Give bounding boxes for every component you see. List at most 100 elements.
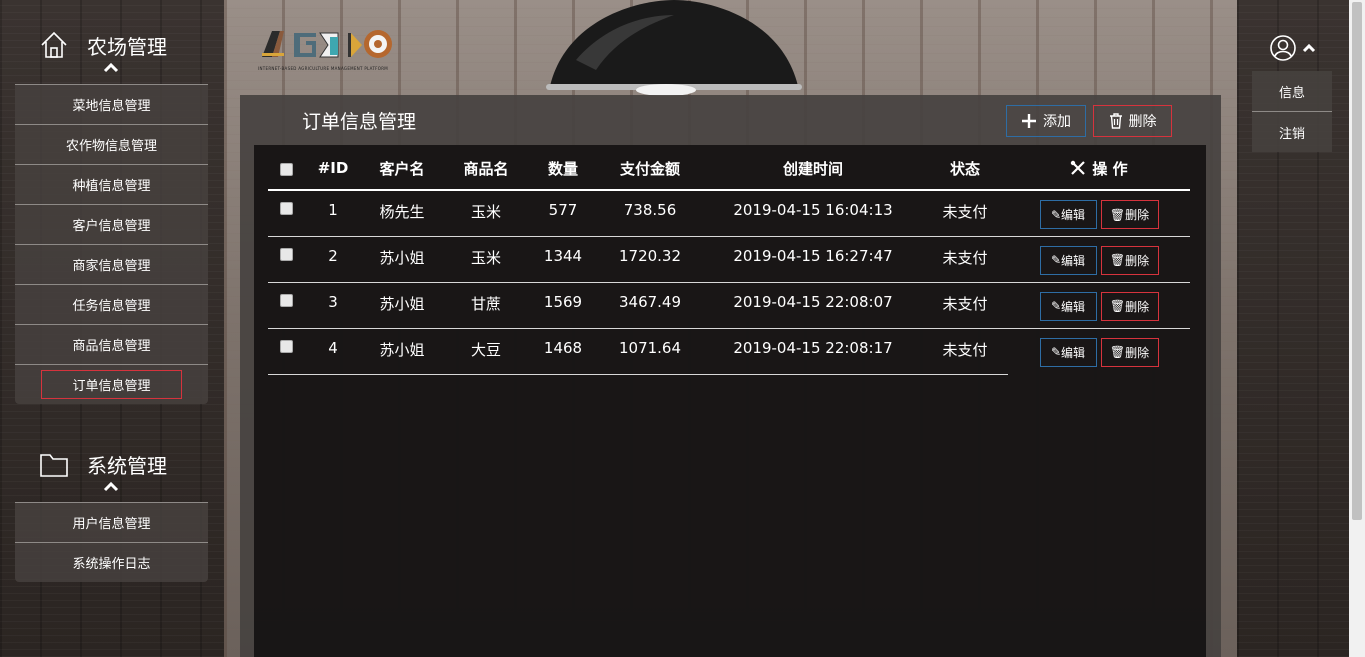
pencil-icon: ✎ [1050, 345, 1062, 359]
row-checkbox[interactable] [279, 339, 293, 353]
row-checkbox[interactable] [279, 202, 293, 215]
cell-id: 4 [304, 328, 362, 375]
sidebar-item-label: 用户信息管理 [72, 517, 151, 532]
cell-quantity: 1569 [530, 282, 596, 329]
cell-product: 玉米 [442, 236, 530, 283]
sidebar-item-task[interactable]: 任务信息管理 [15, 284, 208, 324]
table-row: 3 苏小姐 甘蔗 1569 3467.49 2019-04-15 22:08:0… [268, 282, 1190, 329]
chevron-up-icon[interactable] [101, 480, 121, 494]
sidebar-item-product[interactable]: 商品信息管理 [15, 324, 208, 364]
sidebar-item-label: 农作物信息管理 [65, 139, 157, 154]
scrollbar-thumb[interactable] [1352, 2, 1362, 520]
add-button[interactable]: 添加 [1006, 105, 1086, 137]
vertical-scrollbar[interactable] [1349, 0, 1365, 657]
sidebar-item-merchant[interactable]: 商家信息管理 [15, 244, 208, 284]
edit-label: 编辑 [1061, 208, 1086, 222]
cell-actions: ✎ 编辑 🗑 删除 [1008, 190, 1190, 237]
trash-icon: 🗑 [1109, 299, 1126, 313]
trash-icon: 🗑 [1109, 207, 1126, 222]
header-id: #ID [304, 147, 362, 191]
sidebar-item-label: 客户信息管理 [72, 219, 151, 234]
cell-status: 未支付 [922, 236, 1008, 283]
cell-id: 1 [304, 190, 362, 237]
row-checkbox[interactable] [279, 247, 293, 261]
trash-icon [1109, 113, 1122, 129]
sidebar-item-planting[interactable]: 种植信息管理 [15, 164, 208, 204]
cell-product: 甘蔗 [442, 282, 530, 329]
farm-management-title: 农场管理 [87, 34, 167, 59]
delete-label: 删除 [1125, 345, 1150, 360]
header-quantity: 数量 [530, 147, 596, 191]
cell-actions: ✎ 编辑 🗑 删除 [1008, 236, 1190, 283]
home-icon [41, 31, 67, 58]
sidebar-item-label: 订单信息管理 [41, 370, 182, 399]
cell-created: 2019-04-15 16:04:13 [704, 190, 922, 237]
row-checkbox[interactable] [279, 293, 293, 307]
sidebar-item-crop[interactable]: 农作物信息管理 [15, 124, 208, 164]
sidebar-item-customer[interactable]: 客户信息管理 [15, 204, 208, 244]
delete-label: 删除 [1125, 208, 1150, 222]
cell-amount: 1071.64 [596, 328, 704, 375]
cell-quantity: 577 [530, 190, 596, 237]
system-management-title: 系统管理 [87, 453, 167, 478]
trash-icon: 🗑 [1109, 253, 1126, 267]
order-management-panel: 订单信息管理 添加 删除 #ID 客户名 商品名 数量 支付金额 创建时间 状态… [240, 95, 1221, 657]
table-row: 4 苏小姐 大豆 1468 1071.64 2019-04-15 22:08:1… [268, 328, 1190, 375]
cell-created: 2019-04-15 16:27:47 [704, 236, 922, 283]
edit-button[interactable]: ✎ 编辑 [1039, 245, 1097, 275]
cell-status: 未支付 [922, 328, 1008, 375]
cell-id: 2 [304, 236, 362, 283]
sidebar-item-vegetable-plot[interactable]: 菜地信息管理 [15, 84, 208, 124]
sidebar-item-user[interactable]: 用户信息管理 [15, 502, 208, 542]
row-delete-button[interactable]: 🗑 删除 [1100, 245, 1159, 275]
system-menu: 用户信息管理 系统操作日志 [15, 502, 208, 582]
order-table: #ID 客户名 商品名 数量 支付金额 创建时间 状态 操 作 1 杨先生 玉米… [268, 147, 1190, 375]
cell-actions: ✎ 编辑 🗑 删除 [1008, 328, 1190, 374]
page-title: 订单信息管理 [302, 111, 417, 133]
cell-created: 2019-04-15 22:08:17 [704, 328, 922, 375]
cell-status: 未支付 [922, 282, 1008, 329]
header-product: 商品名 [442, 147, 530, 191]
delete-label: 删除 [1125, 299, 1150, 314]
edit-button[interactable]: ✎ 编辑 [1039, 337, 1097, 367]
row-select-cell [268, 190, 304, 237]
logout-item[interactable]: 注销 [1252, 111, 1332, 152]
edit-button[interactable]: ✎ 编辑 [1039, 200, 1097, 229]
cell-product: 玉米 [442, 190, 530, 237]
chevron-up-icon[interactable] [101, 61, 121, 75]
cell-created: 2019-04-15 22:08:07 [704, 282, 922, 329]
sidebar-item-label: 商家信息管理 [72, 259, 151, 274]
edit-button[interactable]: ✎ 编辑 [1039, 291, 1097, 321]
sidebar-item-order[interactable]: 订单信息管理 [15, 364, 208, 404]
edit-label: 编辑 [1061, 299, 1086, 314]
lamp-decoration [546, 0, 802, 96]
edit-label: 编辑 [1061, 253, 1086, 268]
delete-label: 删除 [1125, 253, 1150, 268]
pencil-icon: ✎ [1050, 299, 1062, 313]
cell-customer: 苏小姐 [362, 328, 442, 375]
cell-status: 未支付 [922, 190, 1008, 237]
row-select-cell [268, 328, 304, 375]
sidebar-item-label: 种植信息管理 [72, 179, 151, 194]
folder-icon [40, 454, 68, 477]
cell-customer: 苏小姐 [362, 236, 442, 283]
order-table-container: #ID 客户名 商品名 数量 支付金额 创建时间 状态 操 作 1 杨先生 玉米… [254, 145, 1206, 657]
user-icon [1270, 35, 1296, 61]
edit-label: 编辑 [1061, 345, 1086, 360]
row-select-cell [268, 282, 304, 329]
logo-subtitle: INTERNET-BASED AGRICULTURE MANAGEMENT PL… [258, 66, 389, 71]
table-header-row: #ID 客户名 商品名 数量 支付金额 创建时间 状态 操 作 [268, 147, 1190, 191]
chevron-up-icon [1302, 43, 1316, 53]
row-delete-button[interactable]: 🗑 删除 [1100, 337, 1159, 367]
trash-icon: 🗑 [1109, 345, 1126, 359]
cell-customer: 杨先生 [362, 190, 442, 237]
sidebar-item-system-log[interactable]: 系统操作日志 [15, 542, 208, 582]
select-all-checkbox[interactable] [279, 163, 293, 176]
delete-button[interactable]: 删除 [1093, 105, 1172, 137]
row-delete-button[interactable]: 🗑 删除 [1100, 200, 1159, 229]
add-button-label: 添加 [1043, 114, 1071, 130]
wrench-icon [1071, 160, 1086, 175]
user-info-item[interactable]: 信息 [1252, 71, 1332, 111]
row-delete-button[interactable]: 🗑 删除 [1100, 291, 1159, 321]
header-customer: 客户名 [362, 147, 442, 191]
